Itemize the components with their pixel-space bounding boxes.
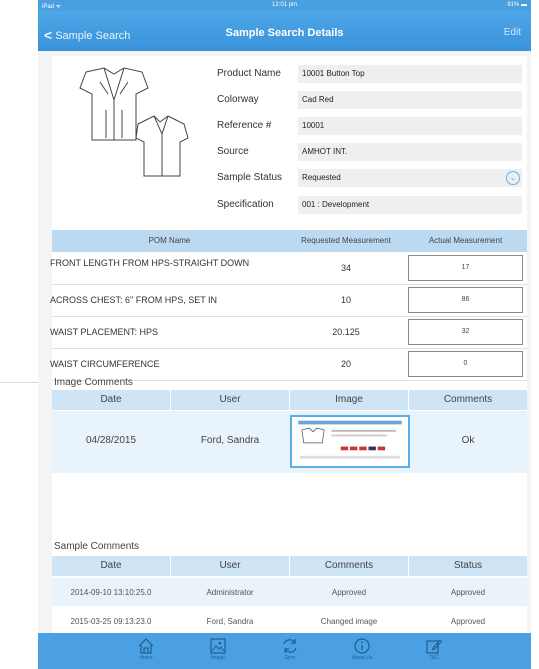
status-header: Status: [453, 560, 483, 571]
actual-header: Actual Measurement: [428, 236, 503, 245]
pom-row: ACROSS CHEST: 6" FROM HPS, SET IN 10 86: [50, 285, 527, 317]
comment-text: Changed image: [320, 617, 378, 626]
sync-icon: [283, 639, 297, 653]
battery-percent: 91%: [507, 2, 520, 8]
battery-indicator: 91% ▬: [507, 2, 527, 8]
sample-status-select[interactable]: Requested ⌄: [298, 169, 522, 187]
tab-terms-label: T&C: [429, 655, 439, 661]
tab-sync-label: Sync: [284, 655, 296, 661]
sample-comments-label: Sample Comments: [54, 541, 140, 552]
requested-value: 20: [340, 359, 351, 369]
comment-image-thumbnail[interactable]: [290, 415, 410, 468]
user-header: User: [219, 394, 241, 405]
requested-value: 10: [340, 295, 351, 305]
edit-button[interactable]: Edit: [504, 27, 521, 38]
edit-icon: [426, 639, 443, 654]
ipad-screen: iPad ᯤ 12:01 pm 91% ▬ < Sample Search Sam…: [38, 0, 531, 669]
comment-date: 04/28/2015: [85, 435, 137, 446]
requested-value: 34: [340, 263, 351, 273]
specification-label: Specification: [217, 199, 274, 210]
pom-name: WAIST CIRCUMFERENCE: [50, 359, 160, 369]
product-image[interactable]: [56, 60, 212, 216]
tab-about-us-label: About Us: [351, 655, 373, 661]
comment-status: Approved: [450, 617, 486, 626]
sample-status-value: Requested: [302, 173, 341, 182]
image-icon: [210, 638, 226, 654]
date-header: Date: [100, 560, 122, 571]
image-comments-label: Image Comments: [54, 377, 133, 388]
reference-label: Reference #: [217, 120, 272, 131]
sample-status-label: Sample Status: [217, 172, 283, 183]
chevron-down-icon[interactable]: ⌄: [506, 171, 520, 185]
comments-header: Comments: [443, 394, 493, 405]
sample-comment-row[interactable]: 2015-03-25 09:13:23.0 Ford, Sandra Chang…: [52, 607, 527, 635]
tab-about-us[interactable]: About Us: [342, 637, 382, 661]
source-label: Source: [217, 146, 249, 157]
info-icon: [354, 638, 370, 654]
comment-user: Ford, Sandra: [200, 435, 260, 446]
navigation-bar: < Sample Search Sample Search Details Edi…: [38, 11, 531, 51]
actual-measurement-input[interactable]: 86: [408, 287, 523, 313]
actual-measurement-input[interactable]: 0: [408, 351, 523, 377]
comments-header: Comments: [324, 560, 374, 571]
source-value: AMHOT INT.: [298, 143, 522, 161]
background-divider: [0, 364, 38, 383]
user-header: User: [219, 560, 241, 571]
sample-comment-row[interactable]: 2014-09-10 13:10:25.0 Administrator Appr…: [52, 578, 527, 606]
comment-user: Ford, Sandra: [206, 617, 254, 626]
pom-name: FRONT LENGTH FROM HPS-STRAIGHT DOWN: [50, 258, 250, 268]
pom-row: WAIST PLACEMENT: HPS 20.125 32: [50, 317, 527, 349]
colorway-value: Cad Red: [298, 91, 522, 109]
sample-comments-header: Date User Comments Status: [52, 556, 527, 576]
home-icon: [138, 638, 154, 654]
tab-home-label: Home: [139, 655, 153, 661]
pom-name: WAIST PLACEMENT: HPS: [50, 327, 159, 337]
date-header: Date: [100, 394, 122, 405]
tab-bar: Home Image Sync About Us T&C: [38, 633, 531, 669]
page-title: Sample Search Details: [225, 27, 344, 39]
comment-status: Approved: [450, 588, 486, 597]
actual-measurement-input[interactable]: 32: [408, 319, 523, 345]
colorway-label: Colorway: [217, 94, 259, 105]
details-card: Product Name 10001 Button Top Colorway C…: [50, 56, 527, 635]
actual-measurement-input[interactable]: 17: [408, 255, 523, 281]
image-comments-header: Date User Image Comments: [52, 390, 527, 410]
pom-name-header: POM Name: [148, 236, 191, 245]
comment-text: Approved: [331, 588, 367, 597]
status-time: 12:01 pm: [271, 2, 298, 8]
comment-text: Ok: [461, 435, 475, 446]
reference-value: 10001: [298, 117, 522, 135]
pom-table-header: POM Name Requested Measurement Actual Me…: [52, 230, 527, 252]
image-comment-row[interactable]: 04/28/2015 Ford, Sandra Ok: [52, 411, 527, 473]
comment-user: Administrator: [206, 588, 254, 597]
image-header: Image: [335, 394, 363, 405]
tab-terms[interactable]: T&C: [414, 637, 454, 661]
specification-value: 001 : Development: [298, 196, 522, 214]
product-name-value: 10001 Button Top: [298, 65, 522, 83]
requested-value: 20.125: [332, 327, 360, 337]
tab-image-label: Image: [211, 655, 225, 661]
pom-name: ACROSS CHEST: 6" FROM HPS, SET IN: [50, 295, 218, 305]
comment-date: 2014-09-10 13:10:25.0: [70, 588, 152, 597]
requested-header: Requested Measurement: [301, 236, 391, 245]
tab-image[interactable]: Image: [198, 637, 238, 661]
comment-date: 2015-03-25 09:13:23.0: [70, 617, 152, 626]
status-bar: iPad ᯤ 12:01 pm 91% ▬: [38, 0, 531, 11]
pom-row: FRONT LENGTH FROM HPS-STRAIGHT DOWN 34 1…: [50, 253, 527, 285]
tab-home[interactable]: Home: [126, 637, 166, 661]
tab-sync[interactable]: Sync: [270, 637, 310, 661]
product-name-label: Product Name: [217, 68, 281, 79]
